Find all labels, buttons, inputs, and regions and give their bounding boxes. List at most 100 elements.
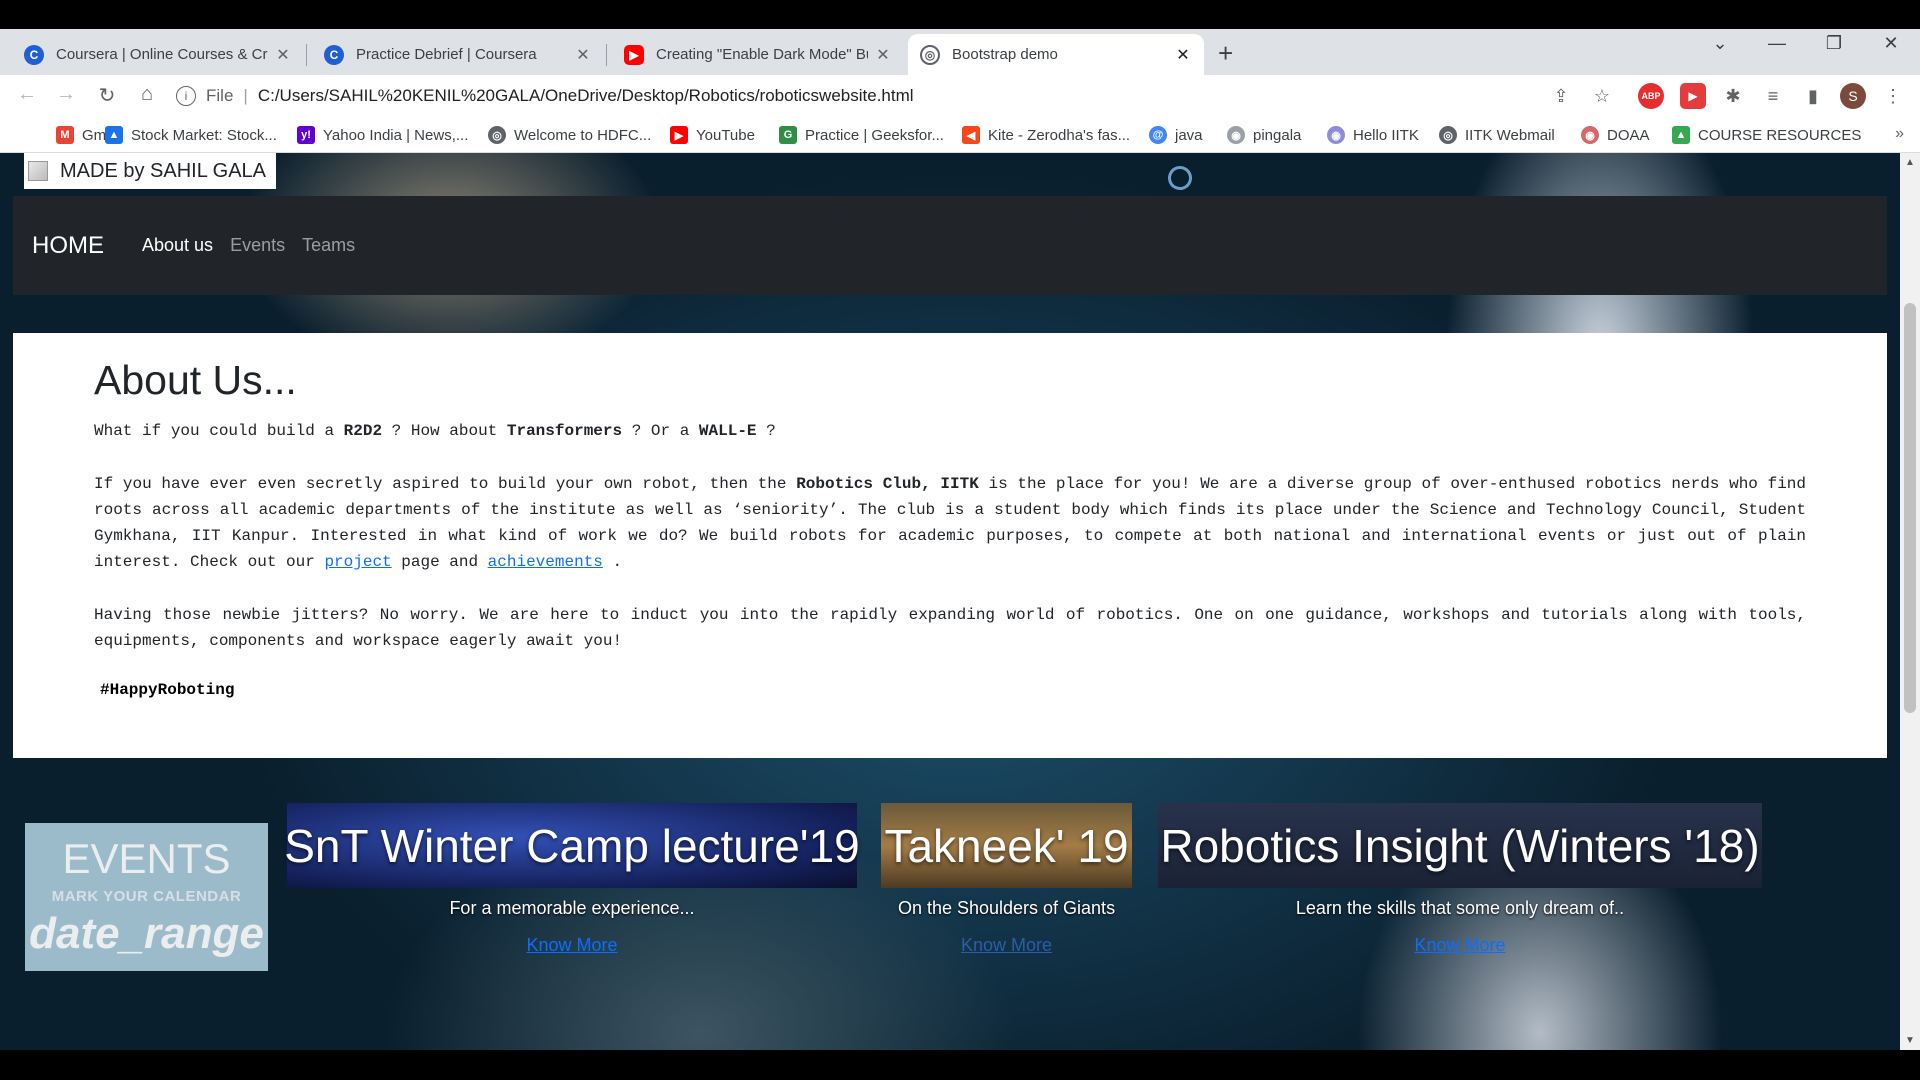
- tab-search-icon[interactable]: ⌄: [1700, 33, 1740, 54]
- date-range-icon: date_range: [29, 908, 264, 958]
- swirl-icon: @: [1149, 126, 1167, 144]
- know-more-link[interactable]: Know More: [1414, 935, 1505, 956]
- bookmarks-bar: M Gmail ▲ Stock Market: Stock... y! Yahoo I…: [0, 117, 1920, 153]
- about-description: If you have ever even secretly aspired t…: [94, 475, 1806, 571]
- avatar[interactable]: S: [1840, 83, 1866, 109]
- minimize-icon[interactable]: —: [1757, 33, 1797, 54]
- bookmark-pingala[interactable]: ◉ pingala: [1227, 126, 1301, 144]
- forward-icon[interactable]: →: [53, 83, 79, 106]
- close-icon[interactable]: ✕: [274, 45, 292, 65]
- circle-icon: ◉: [1581, 126, 1599, 144]
- page-scrollbar[interactable]: ▲ ▼: [1900, 153, 1920, 1050]
- broken-image-icon: [28, 161, 48, 181]
- bookmark-hdfc[interactable]: ◎ Welcome to HDFC...: [488, 126, 651, 144]
- nav-about-us[interactable]: About us: [142, 235, 213, 256]
- taskbar: [0, 1050, 1920, 1080]
- nav-teams[interactable]: Teams: [302, 235, 355, 256]
- globe-icon: ◎: [920, 44, 940, 65]
- event-banner: Robotics Insight (Winters '18): [1158, 803, 1762, 888]
- about-heading: About Us...: [94, 357, 297, 403]
- project-link[interactable]: project: [324, 553, 391, 571]
- tab-strip: C Coursera | Online Courses & Credential…: [0, 29, 1920, 75]
- toolbar: ← → ↻ ⌂ i File | C:/Users/SAHIL%20KENIL%…: [0, 75, 1920, 117]
- globe-icon: ◎: [488, 126, 506, 144]
- bookmark-java[interactable]: @ java: [1149, 126, 1203, 144]
- star-icon[interactable]: ☆: [1589, 83, 1615, 109]
- robot-eye-decoration: [1163, 161, 1197, 195]
- tab-coursera[interactable]: C Coursera | Online Courses & Credential…: [12, 34, 304, 75]
- youtube-icon: ▶: [670, 126, 688, 144]
- menu-icon[interactable]: ⋮: [1880, 83, 1906, 109]
- tab-youtube-dark-mode[interactable]: ▶ Creating "Enable Dark Mode" Button ✕: [612, 34, 904, 75]
- close-icon[interactable]: ✕: [874, 45, 892, 65]
- extension-red-icon[interactable]: ▶: [1680, 83, 1706, 109]
- hashtag: #HappyRoboting: [100, 681, 235, 699]
- tab-practice-debrief[interactable]: C Practice Debrief | Coursera ✕: [312, 34, 604, 75]
- more-bookmarks-icon[interactable]: »: [1895, 125, 1904, 143]
- event-banner: Takneek' 19: [881, 803, 1132, 888]
- brand-tag: MADE by SAHIL GALA: [24, 153, 276, 189]
- side-panel-icon[interactable]: ▮: [1800, 83, 1826, 109]
- new-tab-button[interactable]: +: [1218, 38, 1233, 69]
- reading-list-icon[interactable]: ≡: [1760, 83, 1786, 109]
- gmail-icon: M: [56, 126, 74, 144]
- bookmark-iitk-webmail[interactable]: ◎ IITK Webmail: [1439, 126, 1555, 144]
- scroll-down-icon[interactable]: ▼: [1900, 1035, 1920, 1046]
- about-section: About Us... What if you could build a R2…: [13, 333, 1887, 758]
- bookmark-youtube[interactable]: ▶ YouTube: [670, 126, 755, 144]
- event-banner: SnT Winter Camp lecture'19: [284, 803, 860, 888]
- event-card: SnT Winter Camp lecture'19 For a memorab…: [284, 803, 860, 956]
- events-header-box: EVENTS MARK YOUR CALENDAR date_range: [25, 823, 268, 971]
- restore-icon[interactable]: ❐: [1814, 33, 1854, 54]
- home-icon[interactable]: ⌂: [134, 83, 160, 106]
- close-icon[interactable]: ✕: [1174, 45, 1192, 65]
- know-more-link[interactable]: Know More: [961, 935, 1052, 956]
- event-card: Robotics Insight (Winters '18) Learn the…: [1158, 803, 1762, 956]
- puzzle-icon[interactable]: ✱: [1720, 83, 1746, 109]
- know-more-link[interactable]: Know More: [526, 935, 617, 956]
- title-bar: [0, 0, 1920, 29]
- event-tagline: Learn the skills that some only dream of…: [1295, 898, 1625, 918]
- coursera-icon: C: [24, 44, 44, 65]
- nav-home[interactable]: HOME: [32, 232, 104, 260]
- about-intro-question: What if you could build a R2D2 ? How abo…: [94, 422, 776, 440]
- info-icon[interactable]: i: [176, 86, 196, 106]
- circle-icon: ◉: [1327, 126, 1345, 144]
- reload-icon[interactable]: ↻: [94, 83, 120, 108]
- nav-events[interactable]: Events: [230, 235, 285, 256]
- site-navbar: HOME About us Events Teams: [13, 196, 1887, 295]
- achievements-link[interactable]: achievements: [488, 553, 603, 571]
- google-drive-icon: ▲: [1672, 126, 1690, 144]
- scroll-up-icon[interactable]: ▲: [1900, 157, 1920, 168]
- bookmark-doaa[interactable]: ◉ DOAA: [1581, 126, 1650, 144]
- adblock-icon[interactable]: ABP: [1638, 83, 1664, 109]
- events-subtitle: MARK YOUR CALENDAR: [51, 887, 242, 905]
- page-viewport: MADE by SAHIL GALA HOME About us Events …: [0, 153, 1920, 1050]
- circle-icon: ◉: [1227, 126, 1245, 144]
- url-text[interactable]: C:/Users/SAHIL%20KENIL%20GALA/OneDrive/D…: [258, 86, 914, 106]
- yahoo-icon: y!: [297, 126, 315, 144]
- tab-bootstrap-demo[interactable]: ◎ Bootstrap demo ✕: [908, 34, 1204, 75]
- chart-icon: ▲: [105, 126, 123, 144]
- address-bar[interactable]: i File | C:/Users/SAHIL%20KENIL%20GALA/O…: [176, 79, 1606, 113]
- geeksforgeeks-icon: G: [779, 126, 797, 144]
- scroll-thumb[interactable]: [1904, 303, 1916, 713]
- bookmark-geeksforgeeks[interactable]: G Practice | Geeksfor...: [779, 126, 944, 144]
- coursera-icon: C: [324, 44, 344, 65]
- youtube-icon: ▶: [624, 44, 644, 65]
- back-icon[interactable]: ←: [14, 83, 40, 106]
- close-icon[interactable]: ✕: [574, 45, 592, 65]
- divider: |: [243, 86, 248, 105]
- kite-icon: ◀: [962, 126, 980, 144]
- bookmark-hello-iitk[interactable]: ◉ Hello IITK: [1327, 126, 1419, 144]
- event-tagline: For a memorable experience...: [449, 898, 695, 918]
- window-close-icon[interactable]: ✕: [1871, 33, 1911, 54]
- event-card: Takneek' 19 On the Shoulders of Giants K…: [881, 803, 1132, 956]
- bookmark-stock-market[interactable]: ▲ Stock Market: Stock...: [105, 126, 277, 144]
- tab-separator: [306, 44, 307, 66]
- tab-separator: [606, 44, 607, 66]
- share-icon[interactable]: ⇪: [1548, 83, 1574, 109]
- bookmark-kite[interactable]: ◀ Kite - Zerodha's fas...: [962, 126, 1130, 144]
- bookmark-course-resources[interactable]: ▲ COURSE RESOURCES: [1672, 126, 1861, 144]
- bookmark-yahoo[interactable]: y! Yahoo India | News,...: [297, 126, 468, 144]
